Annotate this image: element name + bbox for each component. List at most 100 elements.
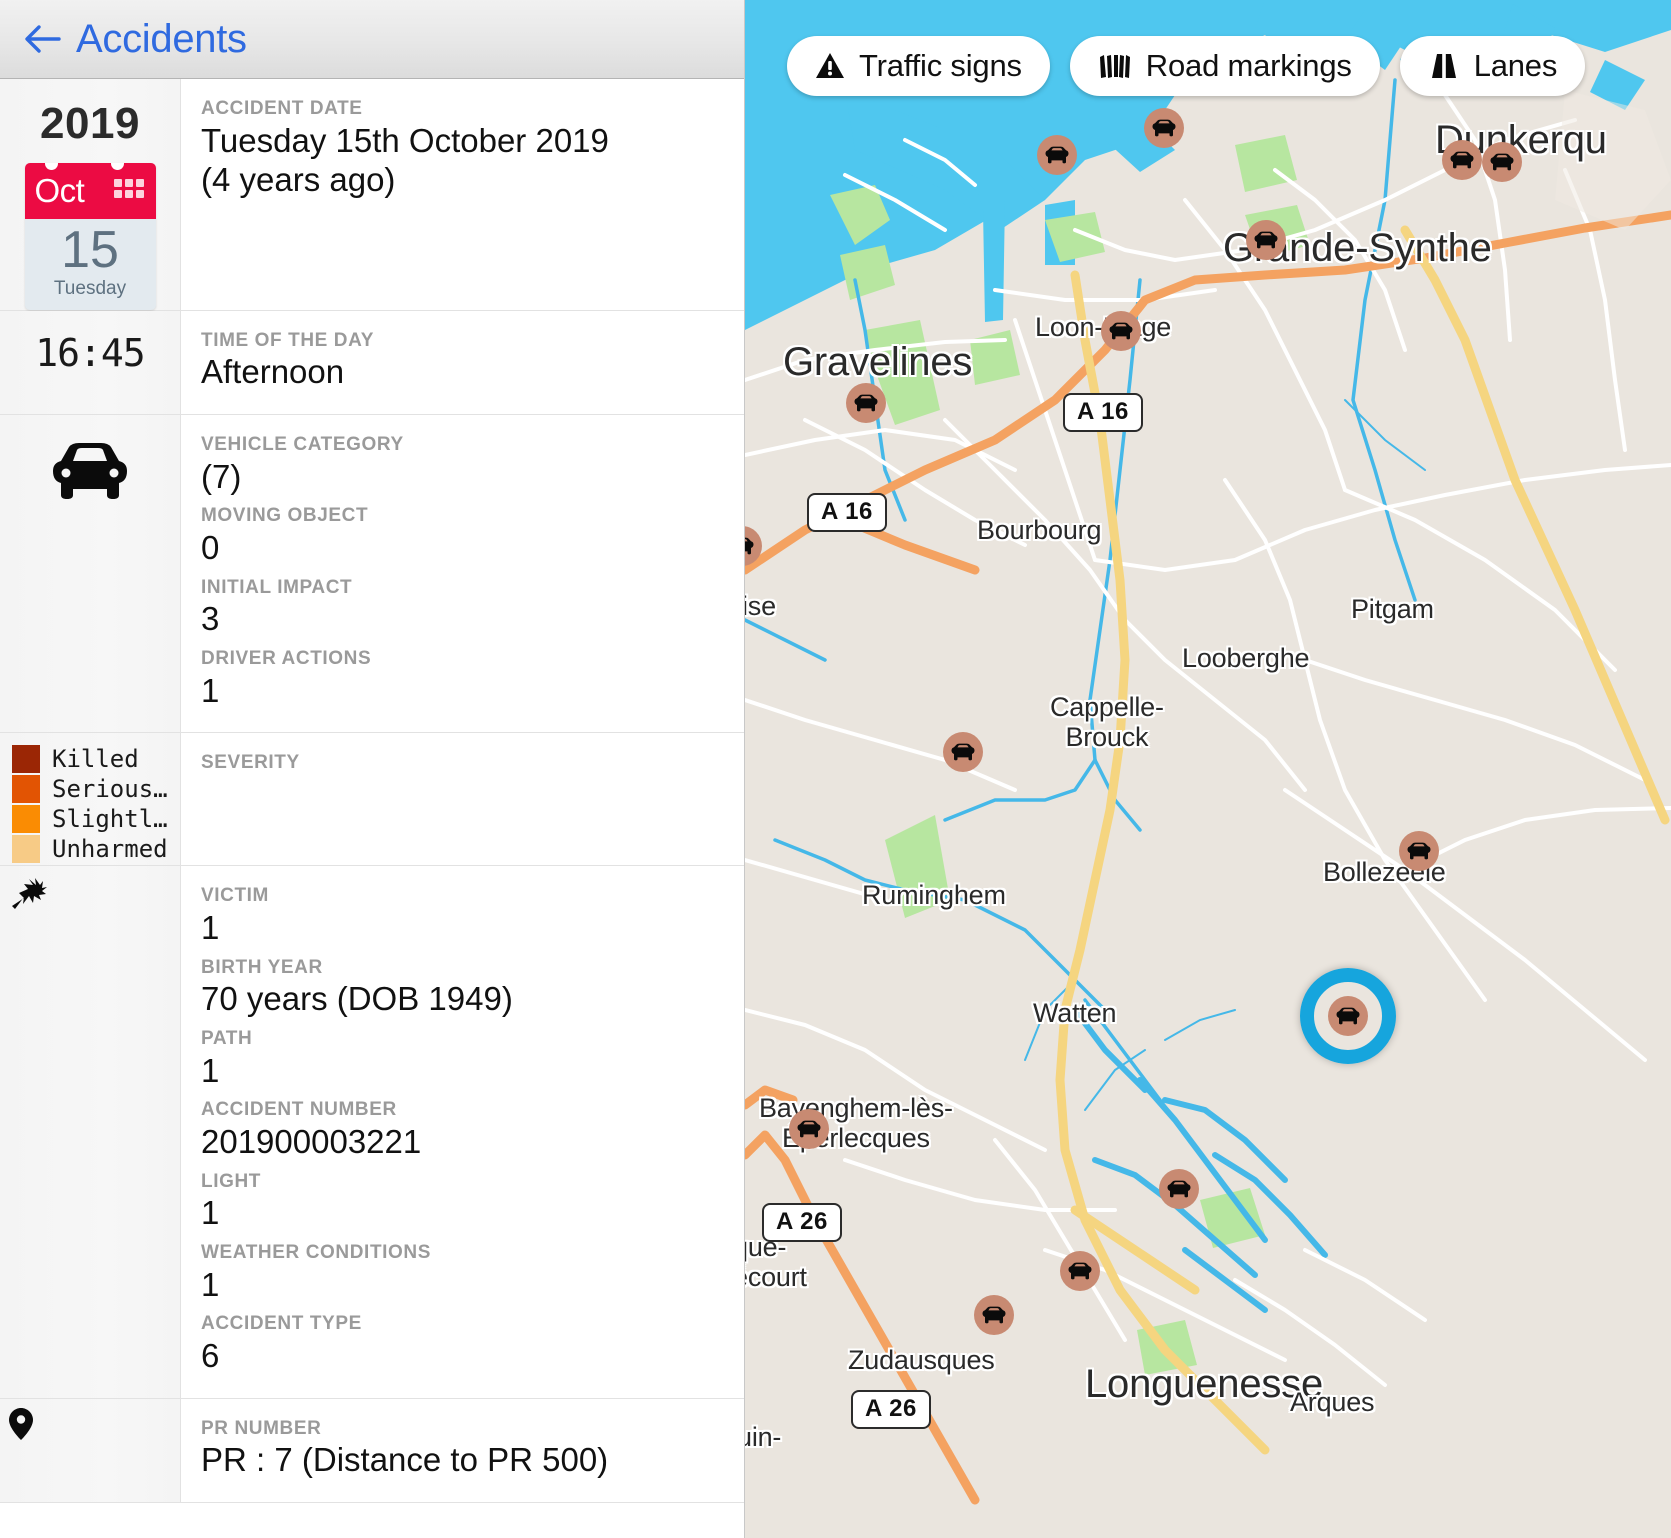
severity-label-serious: Serious… (52, 775, 168, 803)
weather-conditions-label: WEATHER CONDITIONS (201, 1241, 724, 1265)
time-badge: 16:45 (0, 311, 181, 414)
accident-marker[interactable] (1060, 1251, 1100, 1291)
severity-swatch-serious (12, 775, 40, 803)
calendar-day: 15 (25, 219, 156, 278)
victim-row: VICTIM 1 BIRTH YEAR 70 years (DOB 1949) … (0, 866, 744, 1398)
initial-impact-value: 3 (201, 599, 724, 639)
place-label-watten: Watten (1033, 998, 1116, 1028)
moving-object-label: MOVING OBJECT (201, 504, 724, 528)
vehicle-badge (0, 415, 181, 732)
car-icon (49, 441, 131, 506)
place-label-arques: Arques (1290, 1387, 1374, 1417)
accident-date-value: Tuesday 15th October 2019 (4 years ago) (201, 121, 724, 200)
pr-number-label: PR NUMBER (201, 1417, 724, 1441)
time-of-day-label: TIME OF THE DAY (201, 329, 724, 353)
place-label-ruminghem: Ruminghem (862, 880, 1006, 910)
accident-date-label: ACCIDENT DATE (201, 97, 724, 121)
weather-conditions-value: 1 (201, 1265, 724, 1305)
light-value: 1 (201, 1193, 724, 1233)
severity-swatch-killed (12, 745, 40, 773)
pr-number-content: PR NUMBER PR : 7 (Distance to PR 500) (181, 1399, 744, 1502)
birth-year-value: 70 years (DOB 1949) (201, 979, 724, 1019)
severity-swatch-slightly (12, 805, 40, 833)
severity-label-slightly: Slightl… (52, 805, 168, 833)
accident-number-value: 201900003221 (201, 1122, 724, 1162)
light-label: LIGHT (201, 1170, 724, 1194)
accident-marker-selected[interactable] (1328, 996, 1368, 1036)
accident-type-value: 6 (201, 1336, 724, 1376)
page-title: Accidents (76, 17, 247, 62)
time-of-day-content: TIME OF THE DAY Afternoon (181, 311, 744, 414)
driver-actions-label: DRIVER ACTIONS (201, 647, 724, 671)
severity-legend: Killed Serious… Slightl… Unharmed (0, 733, 181, 865)
accident-marker[interactable] (1159, 1169, 1199, 1209)
place-label-gravelines: Gravelines (783, 340, 972, 385)
accident-marker[interactable] (789, 1109, 829, 1149)
road-shield-a26: A 26 (851, 1390, 931, 1429)
map-pin-icon (8, 1407, 34, 1446)
place-label-bayenghem: Bayenghem-lès- Éperlecques (759, 1093, 953, 1153)
clock-text: 16:45 (35, 331, 144, 375)
year-text: 2019 (40, 99, 140, 149)
victim-content: VICTIM 1 BIRTH YEAR 70 years (DOB 1949) … (181, 866, 744, 1397)
vehicle-category-label: VEHICLE CATEGORY (201, 433, 724, 457)
severity-content: SEVERITY (181, 733, 744, 865)
accident-marker[interactable] (1246, 220, 1286, 260)
accident-marker[interactable] (1101, 311, 1141, 351)
severity-label-unharmed: Unharmed (52, 835, 168, 863)
warning-triangle-icon (815, 52, 845, 80)
date-badge: 2019 Oct 15 Tuesday (0, 79, 181, 310)
legend-item: Unharmed (12, 835, 180, 863)
map-canvas (745, 0, 1671, 1538)
pedestrian-collision-icon (8, 876, 48, 919)
severity-label: SEVERITY (201, 751, 724, 775)
initial-impact-label: INITIAL IMPACT (201, 576, 724, 600)
road-markings-label: Road markings (1146, 48, 1352, 84)
accident-marker[interactable] (1144, 108, 1184, 148)
path-label: PATH (201, 1027, 724, 1051)
victim-value: 1 (201, 908, 724, 948)
vehicle-category-value: (7) (201, 457, 724, 497)
severity-swatch-unharmed (12, 835, 40, 863)
map-layer-buttons: Traffic signs Road markings (787, 36, 1585, 96)
place-label-looberghe: Looberghe (1182, 643, 1309, 673)
lanes-label: Lanes (1474, 48, 1557, 84)
place-label-uin: uin- (745, 1422, 781, 1452)
accident-marker[interactable] (974, 1295, 1014, 1335)
path-value: 1 (201, 1051, 724, 1091)
accident-marker[interactable] (1037, 135, 1077, 175)
lanes-button[interactable]: Lanes (1400, 36, 1585, 96)
place-label-zudausques: Zudausques (848, 1345, 995, 1375)
place-label-longuenesse: Longuenesse (1085, 1362, 1323, 1407)
place-label-cappelle-brouck: Cappelle- Brouck (1050, 692, 1164, 752)
accident-marker[interactable] (943, 732, 983, 772)
time-of-day-row: 16:45 TIME OF THE DAY Afternoon (0, 311, 744, 415)
road-markings-button[interactable]: Road markings (1070, 36, 1380, 96)
calendar-month: Oct (35, 172, 85, 210)
calendar-icon: Oct 15 Tuesday (25, 163, 156, 310)
accident-marker[interactable] (1399, 831, 1439, 871)
accident-marker[interactable] (846, 383, 886, 423)
map-view[interactable]: Traffic signs Road markings (745, 0, 1671, 1538)
severity-label-killed: Killed (52, 745, 139, 773)
legend-item: Killed (12, 745, 180, 773)
victim-label: VICTIM (201, 884, 724, 908)
panel-titlebar: Accidents (0, 0, 744, 79)
place-label-ise: ise (745, 591, 776, 621)
accident-date-content: ACCIDENT DATE Tuesday 15th October 2019 … (181, 79, 744, 310)
accident-date-row: 2019 Oct 15 Tuesday ACCIDENT DATE (0, 79, 744, 311)
traffic-signs-button[interactable]: Traffic signs (787, 36, 1050, 96)
accident-marker[interactable] (1482, 142, 1522, 182)
accident-marker[interactable] (1442, 140, 1482, 180)
road-markings-icon (1098, 53, 1132, 79)
place-label-bourbourg: Bourbourg (977, 515, 1101, 545)
pr-number-row: PR NUMBER PR : 7 (Distance to PR 500) (0, 1399, 744, 1503)
traffic-signs-label: Traffic signs (859, 48, 1022, 84)
legend-item: Slightl… (12, 805, 180, 833)
birth-year-label: BIRTH YEAR (201, 956, 724, 980)
severity-row: Killed Serious… Slightl… Unharmed (0, 733, 744, 866)
road-shield-a16: A 16 (1063, 393, 1143, 432)
back-arrow-icon[interactable] (22, 19, 62, 59)
location-badge (0, 1399, 181, 1502)
accidents-app: Accidents 2019 Oct 15 Tuesday (0, 0, 1671, 1538)
